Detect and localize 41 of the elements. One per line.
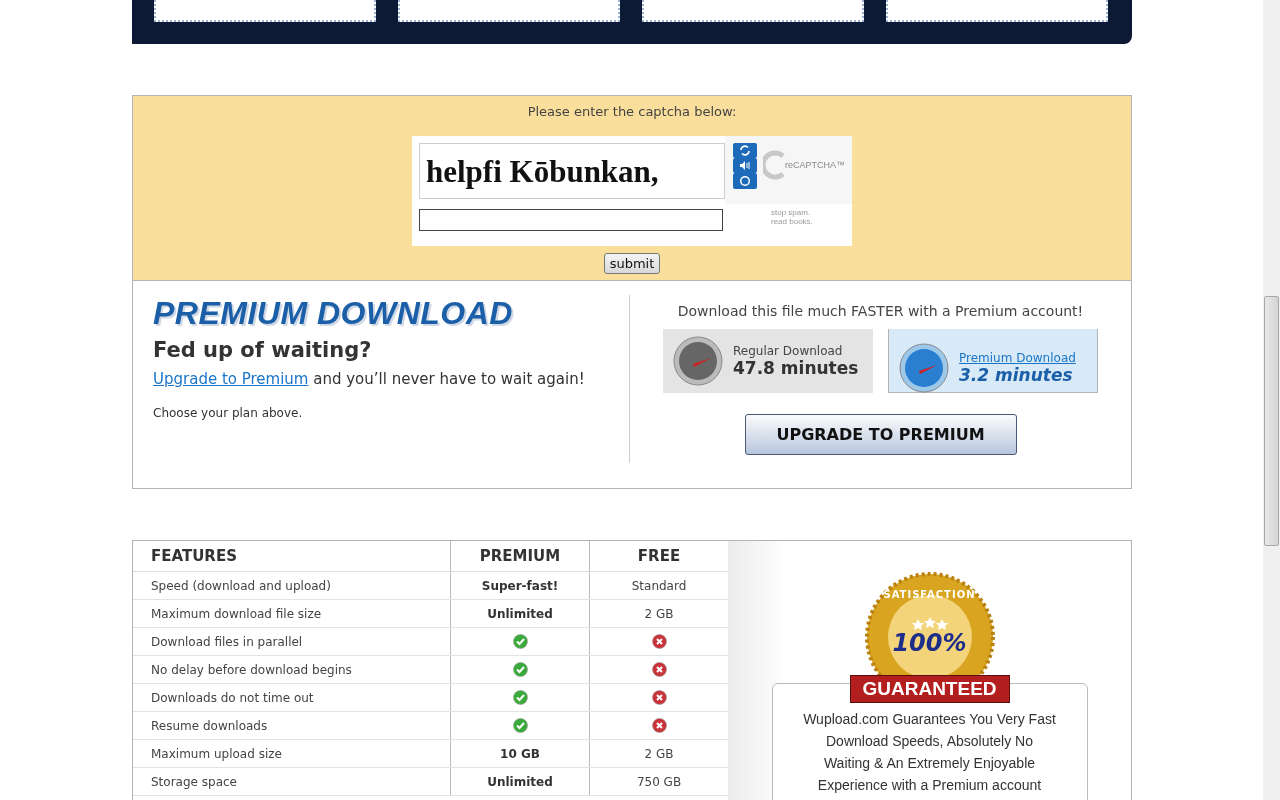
upgrade-button[interactable]: UPGRADE TO PREMIUM bbox=[744, 414, 1017, 455]
tagline-text: read books. bbox=[771, 217, 814, 226]
captcha-image: helpfi Kōbunkan, bbox=[419, 143, 725, 199]
guarantee-text: Wupload.com Guarantees You Very Fast Download Speeds, Absolutely No Waiting & An Extremely Enjoyable Experience with a Premium account bbox=[802, 710, 1057, 795]
speaker-icon[interactable] bbox=[733, 158, 757, 173]
speedometer-icon bbox=[899, 342, 949, 393]
speed-label: Regular Download bbox=[733, 344, 844, 358]
tagline-text: stop spam. bbox=[771, 208, 812, 217]
recaptcha-logo: reCAPTCHA™ bbox=[763, 143, 845, 187]
guarantee-seal: SATISFACTION 100% GUARANTEED bbox=[849, 571, 1010, 703]
table-cell: Unlimited bbox=[450, 599, 590, 628]
captcha-input-field[interactable] bbox=[419, 209, 723, 231]
faster-text: Download this file much FASTER with a Premium account! bbox=[677, 303, 1084, 319]
table-cell: No delay before download begins bbox=[133, 655, 451, 684]
table-cell: 10 GB bbox=[450, 739, 590, 768]
heading: Fed up of waiting? bbox=[153, 338, 373, 362]
submit-button[interactable]: submit bbox=[603, 253, 661, 274]
table-cell: Maximum download file size bbox=[133, 599, 451, 628]
table-cell: Storage space bbox=[133, 767, 451, 796]
speedometer-icon bbox=[673, 336, 723, 386]
upgrade-sentence: Upgrade to Premium and you’ll never have to wait again! bbox=[153, 370, 586, 388]
table-cell: Super-fast! bbox=[450, 571, 590, 600]
premium-download-link[interactable]: Premium Download bbox=[959, 350, 1076, 365]
scrollbar[interactable] bbox=[1263, 0, 1280, 800]
refresh-icon[interactable] bbox=[733, 143, 757, 158]
table-cell: Resume downloads bbox=[133, 711, 451, 740]
scrollbar-thumb[interactable] bbox=[1264, 296, 1279, 546]
table-cell: Maximum upload size bbox=[133, 739, 451, 768]
table-cell: Download files in parallel bbox=[133, 627, 451, 656]
table-cell: Unlimited bbox=[450, 767, 590, 796]
speed-time: 3.2 minutes bbox=[959, 364, 1074, 385]
column-header: FEATURES bbox=[133, 541, 451, 572]
column-header: PREMIUM bbox=[450, 541, 590, 572]
premium-title: PREMIUM DOWNLOAD bbox=[153, 295, 514, 332]
table-cell: Downloads do not time out bbox=[133, 683, 451, 712]
upgrade-link[interactable]: Upgrade to Premium bbox=[153, 370, 309, 388]
help-icon[interactable] bbox=[733, 173, 757, 189]
speed-time: 47.8 minutes bbox=[733, 358, 859, 378]
plan-note: Choose your plan above. bbox=[153, 406, 304, 420]
table-cell: Speed (download and upload) bbox=[133, 571, 451, 600]
captcha-prompt: Please enter the captcha below: bbox=[527, 104, 737, 119]
